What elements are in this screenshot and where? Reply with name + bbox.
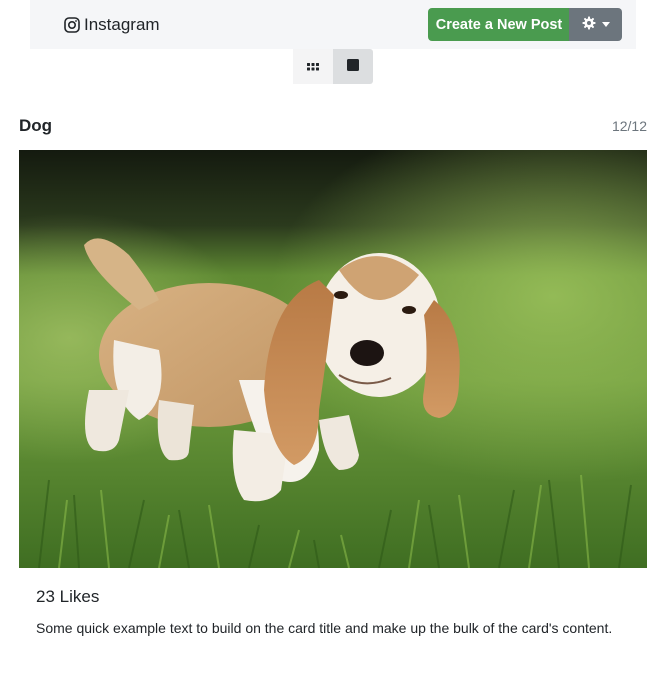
post-title: Dog xyxy=(19,116,53,135)
card-text: Some quick example text to build on the … xyxy=(36,620,613,636)
brand-label: Instagram xyxy=(84,15,160,34)
settings-dropdown-button[interactable] xyxy=(569,8,622,41)
post-image xyxy=(19,150,647,568)
grid-icon xyxy=(307,58,319,76)
post-counter: 12/12 xyxy=(611,118,647,134)
brand-link[interactable]: Instagram xyxy=(64,14,160,36)
view-toggle xyxy=(293,49,373,84)
gear-icon xyxy=(582,16,596,33)
single-view-button[interactable] xyxy=(333,49,373,84)
likes-count: 23 Likes xyxy=(36,587,100,606)
navbar: Instagram Create a New Post xyxy=(30,0,636,49)
create-post-button[interactable]: Create a New Post xyxy=(428,8,570,41)
square-icon xyxy=(347,58,359,76)
grid-view-button[interactable] xyxy=(293,49,333,84)
caret-down-icon xyxy=(601,22,610,27)
instagram-icon xyxy=(64,17,80,33)
